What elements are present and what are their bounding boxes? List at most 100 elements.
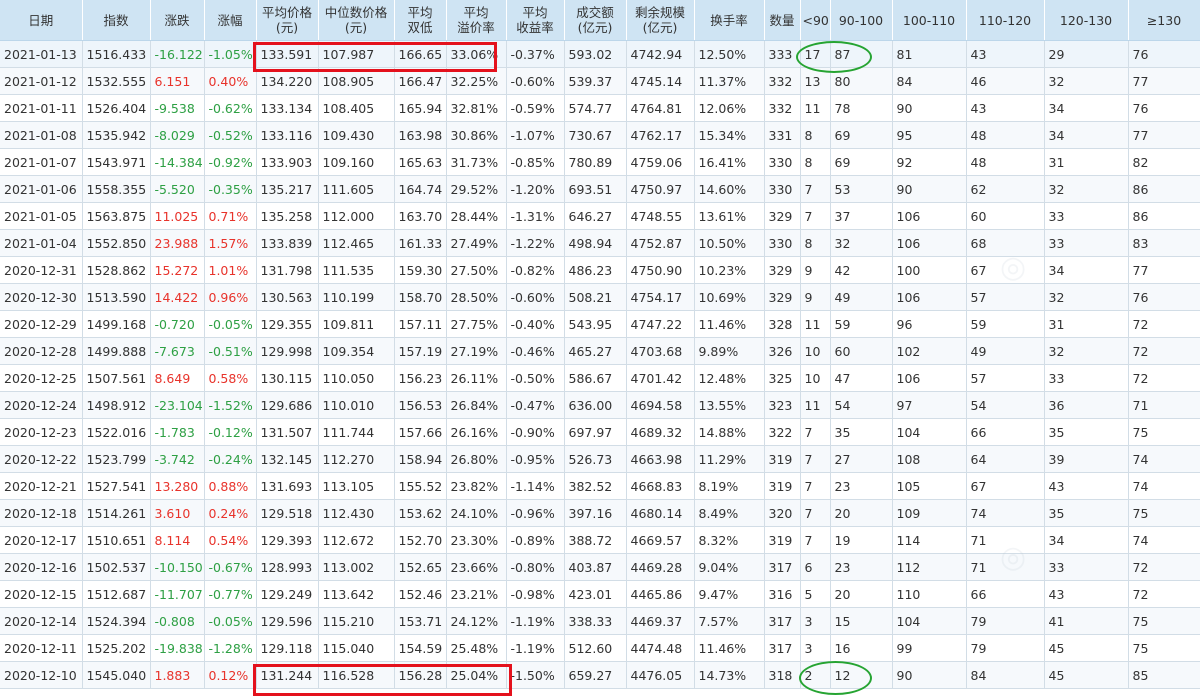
table-cell: 84	[966, 661, 1045, 689]
table-cell: 104	[892, 418, 967, 446]
column-header-15[interactable]: 100-110	[892, 0, 967, 41]
table-cell: 33	[1044, 202, 1129, 230]
column-header-4[interactable]: 平均价格 (元)	[256, 0, 319, 41]
table-cell: 27.49%	[446, 229, 507, 257]
column-header-8[interactable]: 平均 收益率	[506, 0, 565, 41]
table-cell: 106	[892, 283, 967, 311]
table-cell: 574.77	[564, 94, 627, 122]
table-cell: 320	[764, 499, 801, 527]
table-cell: 109.430	[318, 121, 395, 149]
column-header-16[interactable]: 110-120	[966, 0, 1045, 41]
table-cell: 130.115	[256, 364, 319, 392]
table-cell: -0.40%	[506, 310, 565, 338]
column-header-6[interactable]: 平均 双低	[394, 0, 447, 41]
table-cell: 72	[1128, 337, 1200, 365]
table-cell: 30.86%	[446, 121, 507, 149]
table-cell: 26.84%	[446, 391, 507, 419]
table-cell: 4663.98	[626, 445, 695, 473]
table-cell: -0.35%	[204, 175, 257, 203]
table-cell: 133.591	[256, 40, 319, 68]
table-cell: 166.47	[394, 67, 447, 95]
table-cell: 115.040	[318, 634, 395, 662]
table-cell: 693.51	[564, 175, 627, 203]
table-cell: 109	[892, 499, 967, 527]
table-cell: 32.81%	[446, 94, 507, 122]
column-header-17[interactable]: 120-130	[1044, 0, 1129, 41]
table-cell: 330	[764, 148, 801, 176]
table-body: 2021-01-13 1516.433 -16.122 -1.05% 133.591 10…	[0, 40, 1200, 689]
table-cell: 24.10%	[446, 499, 507, 527]
column-header-12[interactable]: 数量	[764, 0, 801, 41]
table-cell: 29	[1044, 40, 1129, 68]
table-cell: 157.11	[394, 310, 447, 338]
column-header-2[interactable]: 涨跌	[150, 0, 205, 41]
table-cell: 31	[1044, 148, 1129, 176]
table-cell: 75	[1128, 634, 1200, 662]
table-cell: 77	[1128, 121, 1200, 149]
column-header-0[interactable]: 日期	[0, 0, 83, 41]
table-cell: 112.672	[318, 526, 395, 554]
table-cell: 60	[830, 337, 893, 365]
table-cell: 2021-01-13	[0, 40, 83, 68]
table-cell: 329	[764, 283, 801, 311]
table-cell: 152.65	[394, 553, 447, 581]
column-header-3[interactable]: 涨幅	[204, 0, 257, 41]
column-header-7[interactable]: 平均 溢价率	[446, 0, 507, 41]
table-container: 日期 指数 涨跌 涨幅 平均价格 (元) 中位数价格 (元) 平均 双低 平均 溢价率 平均 收益率 成交额…	[0, 0, 1200, 697]
table-cell: 338.33	[564, 607, 627, 635]
table-cell: 13.61%	[694, 202, 765, 230]
column-header-11[interactable]: 换手率	[694, 0, 765, 41]
table-cell: 46	[966, 67, 1045, 95]
table-cell: 2020-12-24	[0, 391, 83, 419]
column-header-5[interactable]: 中位数价格 (元)	[318, 0, 395, 41]
table-cell: 9.47%	[694, 580, 765, 608]
column-header-14[interactable]: 90-100	[830, 0, 893, 41]
table-row: 2020-12-21 1527.541 13.280 0.88% 131.693 113.…	[0, 472, 1200, 500]
table-cell: -16.122	[150, 40, 205, 68]
table-cell: 1523.799	[82, 445, 151, 473]
table-cell: 113.642	[318, 580, 395, 608]
table-cell: 39	[1044, 445, 1129, 473]
table-cell: 33.06%	[446, 40, 507, 68]
table-cell: 76	[1128, 40, 1200, 68]
table-cell: 45	[1044, 661, 1129, 689]
table-cell: 1516.433	[82, 40, 151, 68]
table-cell: 156.23	[394, 364, 447, 392]
table-cell: 81	[892, 40, 967, 68]
table-cell: 1527.541	[82, 472, 151, 500]
table-row: 2021-01-11 1526.404 -9.538 -0.62% 133.134 108…	[0, 94, 1200, 122]
table-cell: 8.19%	[694, 472, 765, 500]
table-cell: 1502.537	[82, 553, 151, 581]
column-header-13[interactable]: <90	[800, 0, 831, 41]
table-cell: 2021-01-12	[0, 67, 83, 95]
table-cell: 12.50%	[694, 40, 765, 68]
table-cell: 317	[764, 634, 801, 662]
column-header-1[interactable]: 指数	[82, 0, 151, 41]
table-cell: 115.210	[318, 607, 395, 635]
table-cell: 10.23%	[694, 256, 765, 284]
table-cell: 4689.32	[626, 418, 695, 446]
table-cell: 77	[1128, 67, 1200, 95]
table-cell: 67	[966, 256, 1045, 284]
table-cell: 6	[800, 553, 831, 581]
table-row: 2020-12-31 1528.862 15.272 1.01% 131.798 111.…	[0, 256, 1200, 284]
table-cell: 526.73	[564, 445, 627, 473]
table-cell: 322	[764, 418, 801, 446]
table-cell: 317	[764, 553, 801, 581]
table-cell: 116.528	[318, 661, 395, 689]
column-header-10[interactable]: 剩余规模 (亿元)	[626, 0, 695, 41]
column-header-9[interactable]: 成交额 (亿元)	[564, 0, 627, 41]
column-header-18[interactable]: ≥130	[1128, 0, 1200, 41]
table-cell: 34	[1044, 256, 1129, 284]
table-row: 2020-12-29 1499.168 -0.720 -0.05% 129.355 109…	[0, 310, 1200, 338]
table-cell: 36	[1044, 391, 1129, 419]
table-cell: 0.88%	[204, 472, 257, 500]
table-cell: -9.538	[150, 94, 205, 122]
table-cell: 43	[1044, 472, 1129, 500]
table-cell: 23.82%	[446, 472, 507, 500]
table-cell: 329	[764, 256, 801, 284]
table-row: 2021-01-08 1535.942 -8.029 -0.52% 133.116 109…	[0, 121, 1200, 149]
table-cell: 57	[966, 364, 1045, 392]
table-cell: 9.89%	[694, 337, 765, 365]
table-cell: 317	[764, 607, 801, 635]
